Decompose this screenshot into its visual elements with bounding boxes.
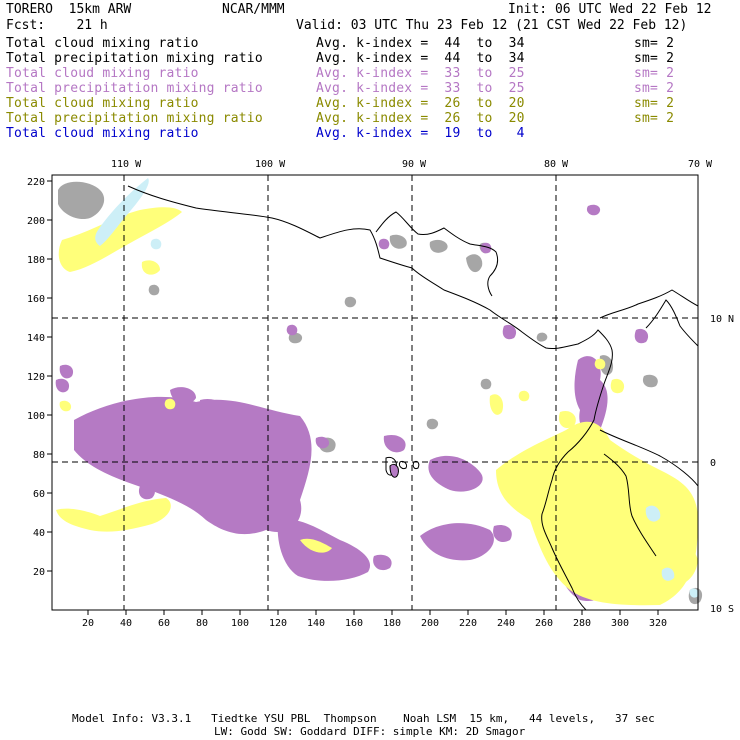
lat-label-10n: 10 N: [710, 314, 734, 325]
bottom-tick-label: 280: [573, 618, 591, 629]
bottom-tick-label: 300: [611, 618, 629, 629]
left-tick-label: 200: [27, 216, 45, 227]
bottom-tick-label: 320: [649, 618, 667, 629]
model-info: Model Info: V3.3.1 Tiedtke YSU PBL Thomp…: [72, 712, 655, 725]
left-tick-label: 100: [27, 411, 45, 422]
left-tick-label: 220: [27, 177, 45, 188]
bottom-tick-label: 200: [421, 618, 439, 629]
bottom-tick-label: 40: [120, 618, 132, 629]
lon-label-110w: 110 W: [111, 159, 142, 170]
bottom-tick-label: 60: [158, 618, 170, 629]
left-tick-labels: 220 200 180 160 140 120 100 80 60 40 20: [27, 177, 45, 578]
left-tick-label: 120: [27, 372, 45, 383]
left-tick-label: 60: [33, 489, 45, 500]
bottom-tick-label: 240: [497, 618, 515, 629]
lat-label-10s: 10 S: [710, 604, 734, 615]
left-tick-label: 140: [27, 333, 45, 344]
lat-label-0: 0: [710, 458, 716, 469]
left-tick-label: 40: [33, 528, 45, 539]
bottom-tick-label: 100: [231, 618, 249, 629]
left-tick-label: 180: [27, 255, 45, 266]
lon-label-70w: 70 W: [688, 159, 713, 170]
left-tick-label: 20: [33, 567, 45, 578]
bottom-tick-label: 180: [383, 618, 401, 629]
physics-info: LW: Godd SW: Goddard DIFF: simple KM: 2D…: [214, 725, 526, 738]
left-tick-label: 80: [33, 450, 45, 461]
bottom-tick-labels: 20 40 60 80 100 120 140 160 180 200 220 …: [82, 618, 667, 629]
bottom-tick-label: 220: [459, 618, 477, 629]
forecast-map: 110 W 100 W 90 W 80 W 70 W 10 N 0 10 S 2…: [27, 159, 734, 629]
bottom-tick-label: 80: [196, 618, 208, 629]
bottom-tick-label: 260: [535, 618, 553, 629]
bottom-tick-label: 160: [345, 618, 363, 629]
lon-label-80w: 80 W: [544, 159, 569, 170]
bottom-tick-label: 20: [82, 618, 94, 629]
lon-label-100w: 100 W: [255, 159, 286, 170]
bottom-tick-label: 140: [307, 618, 325, 629]
left-tick-label: 160: [27, 294, 45, 305]
cloud-shading: [55, 178, 703, 606]
bottom-tick-label: 120: [269, 618, 287, 629]
lon-label-90w: 90 W: [402, 159, 427, 170]
